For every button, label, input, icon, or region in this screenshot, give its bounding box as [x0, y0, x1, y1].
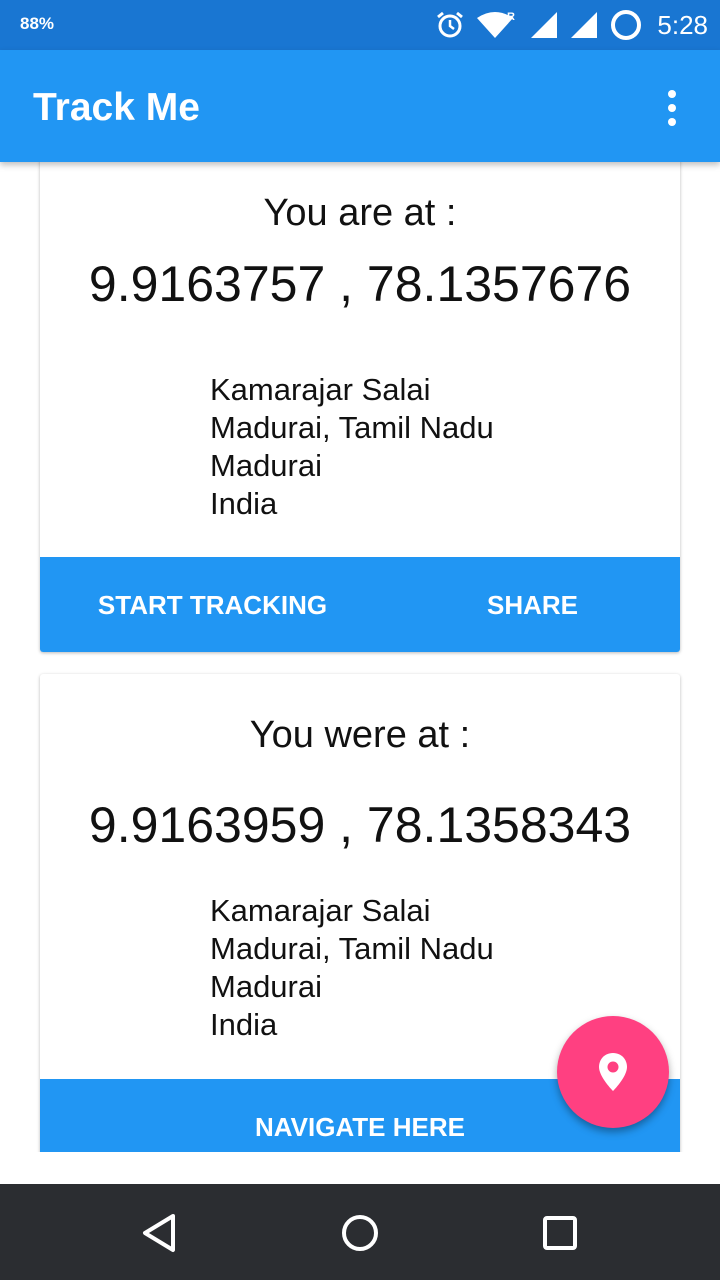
- signal-icon: [531, 12, 558, 38]
- location-pin-icon: [599, 1053, 627, 1091]
- sync-ring-icon: [611, 10, 642, 40]
- address-line: Madurai: [210, 969, 322, 1004]
- start-tracking-button[interactable]: START TRACKING: [80, 557, 345, 652]
- share-button[interactable]: SHARE: [460, 557, 605, 652]
- current-location-card: You are at : 9.9163757 , 78.1357676 Kama…: [40, 162, 680, 652]
- status-bar: 88% R 5:28: [0, 0, 720, 50]
- current-coordinates: 9.9163757 , 78.1357676: [88, 256, 632, 312]
- roaming-indicator: R: [507, 11, 515, 23]
- address-line: Kamarajar Salai: [210, 893, 431, 928]
- app-bar: Track Me: [0, 50, 720, 162]
- address-line: India: [210, 1007, 278, 1042]
- location-fab[interactable]: [557, 1016, 669, 1128]
- home-icon[interactable]: [335, 1208, 385, 1258]
- current-location-heading: You are at :: [263, 192, 457, 234]
- previous-coordinates: 9.9163959 , 78.1358343: [88, 797, 632, 853]
- previous-address: Kamarajar Salai Madurai, Tamil Nadu Madu…: [210, 892, 494, 1044]
- more-vert-icon[interactable]: [648, 84, 696, 132]
- app-title: Track Me: [33, 86, 200, 129]
- recents-icon[interactable]: [535, 1208, 585, 1258]
- address-line: Madurai: [210, 448, 322, 483]
- address-line: Madurai, Tamil Nadu: [210, 931, 494, 966]
- status-icons: R 5:28: [435, 6, 708, 44]
- current-address: Kamarajar Salai Madurai, Tamil Nadu Madu…: [210, 371, 494, 523]
- navigation-bar: [0, 1184, 720, 1280]
- previous-location-heading: You were at :: [249, 714, 471, 756]
- address-line: India: [210, 486, 278, 521]
- signal-icon-2: [571, 12, 598, 38]
- clock: 5:28: [657, 9, 708, 40]
- current-location-actions: START TRACKING SHARE: [40, 557, 680, 652]
- alarm-icon: [437, 11, 464, 38]
- address-line: Kamarajar Salai: [210, 372, 431, 407]
- location-list[interactable]: You are at : 9.9163757 , 78.1357676 Kama…: [0, 162, 720, 1152]
- wifi-icon: R: [477, 11, 515, 38]
- back-icon[interactable]: [135, 1208, 185, 1258]
- battery-percentage: 88%: [20, 14, 55, 33]
- address-line: Madurai, Tamil Nadu: [210, 410, 494, 445]
